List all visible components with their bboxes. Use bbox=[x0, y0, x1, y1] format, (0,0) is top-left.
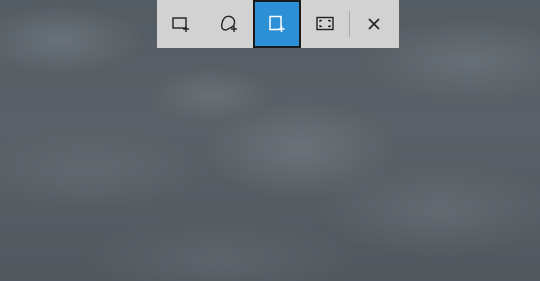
window-snip-button[interactable] bbox=[253, 0, 301, 48]
fullscreen-snip-icon bbox=[315, 14, 335, 34]
rectangular-snip-icon bbox=[171, 14, 191, 34]
fullscreen-snip-button[interactable] bbox=[301, 0, 349, 48]
freeform-snip-icon bbox=[219, 14, 239, 34]
freeform-snip-button[interactable] bbox=[205, 0, 253, 48]
rectangular-snip-button[interactable] bbox=[157, 0, 205, 48]
close-snip-button[interactable] bbox=[350, 0, 397, 48]
window-snip-icon bbox=[267, 14, 287, 34]
snip-toolbar bbox=[157, 0, 399, 48]
close-icon bbox=[366, 16, 382, 32]
